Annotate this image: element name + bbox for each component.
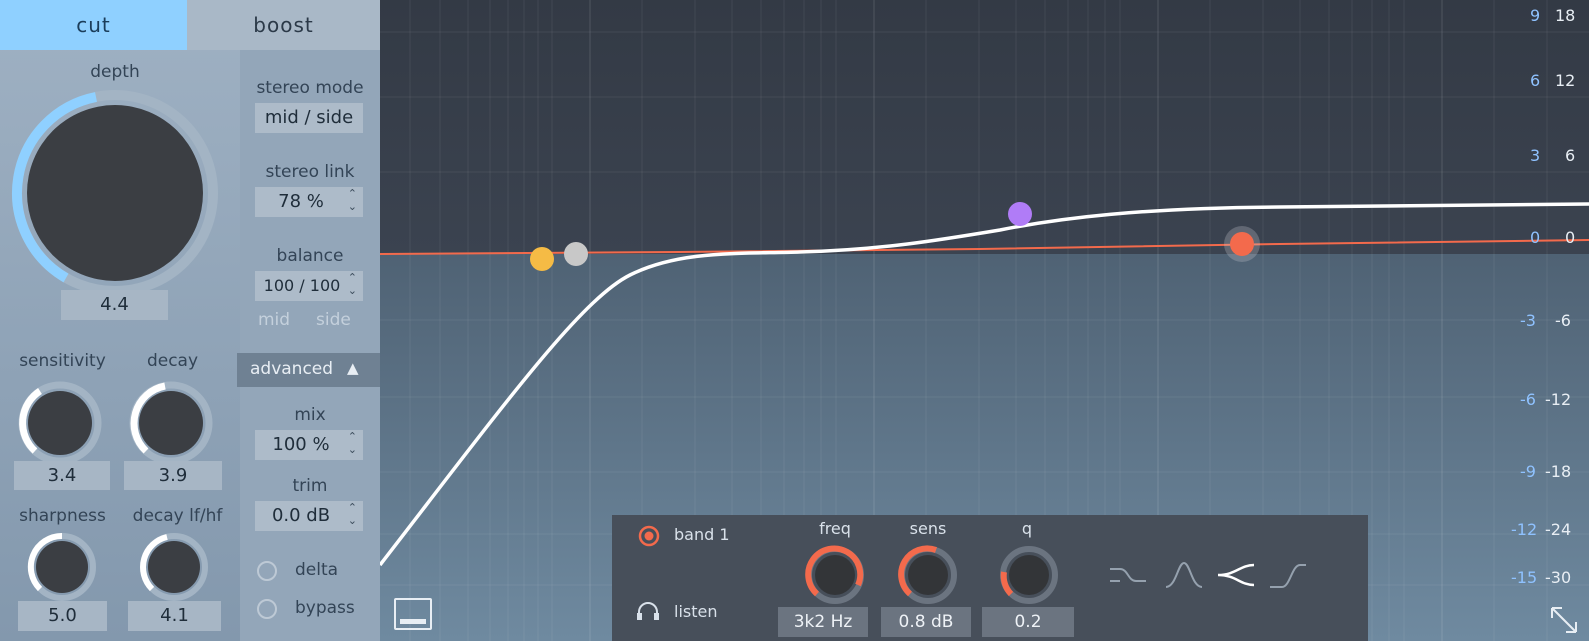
- tab-boost[interactable]: boost: [187, 0, 380, 50]
- stereo-link-label: stereo link: [265, 162, 355, 182]
- advanced-toggle[interactable]: advanced ▲: [237, 353, 380, 387]
- db-tick-alt: 6: [1565, 146, 1576, 165]
- stepper-icon[interactable]: ⌃ ⌄: [348, 271, 357, 297]
- left-panel: cut boost depth 4.4 sensitivity decay 3.…: [0, 0, 380, 641]
- triangle-up-icon: ▲: [347, 359, 359, 377]
- sharpness-knob[interactable]: [27, 532, 97, 602]
- band-panel: band 1 listen freq 3k2 Hz sens 0.8 dB q …: [612, 515, 1368, 641]
- decay-value[interactable]: 3.9: [124, 461, 222, 490]
- balance-value: 100 / 100: [263, 276, 341, 295]
- high-shelf-icon[interactable]: [1268, 561, 1308, 589]
- depth-knob[interactable]: [10, 88, 220, 298]
- bypass-label: bypass: [295, 598, 355, 618]
- db-tick: -3: [1520, 311, 1536, 330]
- node-3-handle[interactable]: [1008, 202, 1032, 226]
- decay-lfhf-label: decay lf/hf: [132, 506, 223, 526]
- node-2-handle[interactable]: [564, 242, 588, 266]
- sens-knob[interactable]: [898, 545, 958, 605]
- sens-label: sens: [909, 519, 947, 538]
- decay-knob[interactable]: [129, 381, 213, 465]
- sharpness-label: sharpness: [19, 506, 106, 526]
- advanced-label: advanced: [250, 359, 334, 379]
- settings-column: stereo mode mid / side stereo link 78 % …: [237, 50, 380, 641]
- low-shelf-icon[interactable]: [1108, 561, 1148, 589]
- db-tick-alt: 18: [1555, 6, 1576, 25]
- db-tick: -15: [1511, 568, 1538, 587]
- db-tick-alt: -12: [1545, 390, 1572, 409]
- db-tick: 6: [1530, 71, 1541, 90]
- listen-label[interactable]: listen: [674, 602, 717, 621]
- notch-split-icon[interactable]: [1216, 561, 1256, 589]
- freq-value[interactable]: 3k2 Hz: [778, 607, 868, 637]
- db-tick: 9: [1530, 6, 1541, 25]
- db-tick: 0: [1530, 228, 1541, 247]
- resize-icon[interactable]: [1548, 604, 1580, 636]
- decay-label: decay: [146, 351, 199, 371]
- q-label: q: [1021, 519, 1033, 538]
- db-tick: -12: [1511, 520, 1538, 539]
- sensitivity-label: sensitivity: [19, 351, 106, 371]
- stereo-link-field[interactable]: 78 % ⌃ ⌄: [255, 187, 363, 217]
- sensitivity-knob[interactable]: [18, 381, 102, 465]
- freq-knob[interactable]: [805, 545, 865, 605]
- q-value[interactable]: 0.2: [982, 607, 1074, 637]
- stepper-icon[interactable]: ⌃ ⌄: [348, 187, 357, 213]
- mix-value: 100 %: [272, 434, 330, 455]
- headphones-icon[interactable]: [636, 601, 660, 621]
- sens-value[interactable]: 0.8 dB: [881, 607, 971, 637]
- trim-field[interactable]: 0.0 dB ⌃ ⌄: [255, 501, 363, 531]
- db-tick: 3: [1530, 146, 1541, 165]
- node-4-handle[interactable]: [1230, 232, 1254, 256]
- stereo-mode-select[interactable]: mid / side: [255, 103, 363, 133]
- bypass-radio[interactable]: [257, 599, 277, 619]
- q-knob[interactable]: [999, 545, 1059, 605]
- db-tick-alt: 0: [1565, 228, 1576, 247]
- db-tick-alt: 12: [1555, 71, 1576, 90]
- node-1-handle[interactable]: [530, 247, 554, 271]
- decay-lfhf-value[interactable]: 4.1: [128, 601, 221, 631]
- db-tick-alt: -6: [1555, 311, 1571, 330]
- sharpness-value[interactable]: 5.0: [18, 601, 107, 631]
- mix-label: mix: [294, 405, 326, 425]
- mix-field[interactable]: 100 % ⌃ ⌄: [255, 430, 363, 460]
- db-tick: -6: [1520, 390, 1536, 409]
- freq-label: freq: [819, 519, 851, 538]
- delta-label: delta: [295, 560, 339, 580]
- bell-icon[interactable]: [1164, 561, 1204, 589]
- balance-mid-label: mid: [258, 310, 291, 330]
- sensitivity-value[interactable]: 3.4: [14, 461, 110, 490]
- db-tick-alt: -18: [1545, 462, 1572, 481]
- depth-value[interactable]: 4.4: [61, 290, 168, 320]
- stepper-icon[interactable]: ⌃ ⌄: [348, 430, 357, 456]
- stereo-link-value: 78 %: [278, 191, 324, 212]
- balance-field[interactable]: 100 / 100 ⌃ ⌄: [255, 271, 363, 301]
- stepper-icon[interactable]: ⌃ ⌄: [348, 501, 357, 527]
- trim-value: 0.0 dB: [271, 505, 331, 526]
- db-tick-alt: -30: [1545, 568, 1572, 587]
- delta-radio[interactable]: [257, 561, 277, 581]
- stereo-mode-label: stereo mode: [256, 78, 364, 98]
- depth-label: depth: [90, 62, 140, 82]
- balance-label: balance: [276, 246, 344, 266]
- record-icon[interactable]: [638, 525, 660, 547]
- db-tick-alt: -24: [1545, 520, 1572, 539]
- panel-toggle-icon[interactable]: [394, 598, 432, 630]
- band-label[interactable]: band 1: [674, 525, 730, 544]
- balance-side-label: side: [316, 310, 351, 330]
- tab-cut[interactable]: cut: [0, 0, 187, 50]
- db-tick: -9: [1520, 462, 1536, 481]
- trim-label: trim: [292, 476, 328, 496]
- decay-lfhf-knob[interactable]: [139, 532, 209, 602]
